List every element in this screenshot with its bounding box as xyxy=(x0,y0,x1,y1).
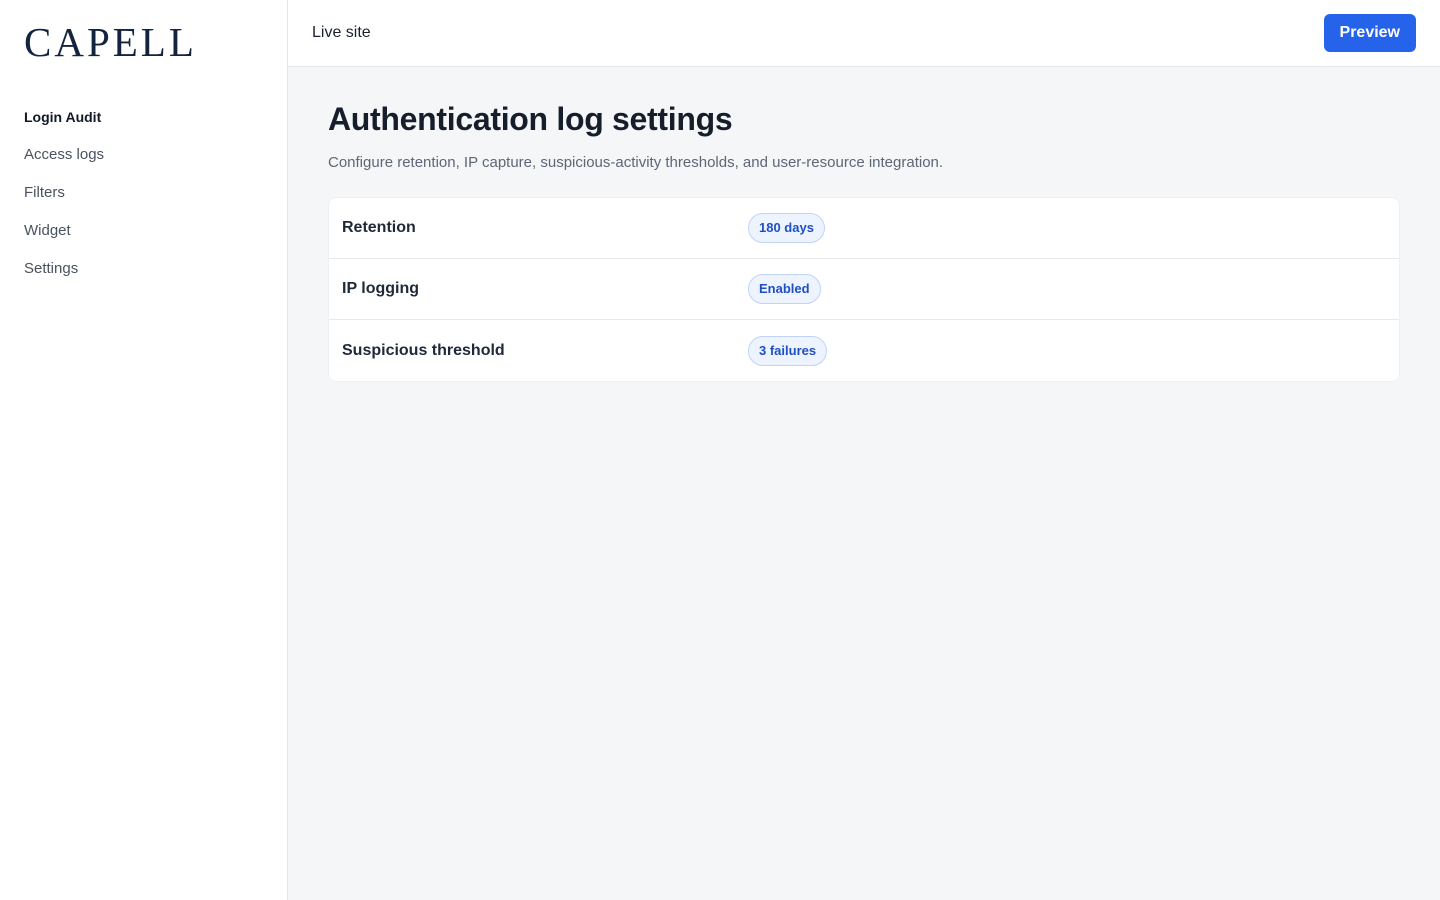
settings-row-retention: Retention 180 days xyxy=(329,198,1399,259)
page-subtitle: Configure retention, IP capture, suspici… xyxy=(328,154,944,171)
status-badge: 3 failures xyxy=(748,335,828,366)
setting-label: Retention xyxy=(342,219,416,236)
sidebar: CAPELL Login Audit Access logs Filters W… xyxy=(0,0,288,900)
settings-row-suspicious-threshold: Suspicious threshold 3 failures xyxy=(329,320,1399,381)
app-shell: CAPELL Login Audit Access logs Filters W… xyxy=(0,0,1440,900)
brand-logo[interactable]: CAPELL xyxy=(0,0,287,98)
page-title: Authentication log settings xyxy=(328,101,733,137)
sidebar-nav: Login Audit Access logs Filters Widget S… xyxy=(0,98,287,288)
sidebar-item-settings[interactable]: Settings xyxy=(0,250,287,288)
settings-row-ip-logging: IP logging Enabled xyxy=(329,259,1399,320)
sidebar-item-filters[interactable]: Filters xyxy=(0,174,287,212)
status-badge: 180 days xyxy=(748,213,825,243)
main-area: Live site Preview Authentication log set… xyxy=(288,0,1440,900)
site-label: Live site xyxy=(312,24,371,41)
sidebar-item-widget[interactable]: Widget xyxy=(0,212,287,250)
content: Authentication log settings Configure re… xyxy=(288,67,1440,382)
sidebar-item-login-audit[interactable]: Login Audit xyxy=(0,98,287,136)
settings-card: Retention 180 days IP logging Enabled Su… xyxy=(328,197,1400,382)
topbar: Live site Preview xyxy=(288,0,1440,67)
sidebar-item-access-logs[interactable]: Access logs xyxy=(0,136,287,174)
setting-label: IP logging xyxy=(342,280,420,297)
preview-button[interactable]: Preview xyxy=(1323,14,1416,52)
setting-label: Suspicious threshold xyxy=(342,341,505,359)
status-badge: Enabled xyxy=(748,274,821,304)
